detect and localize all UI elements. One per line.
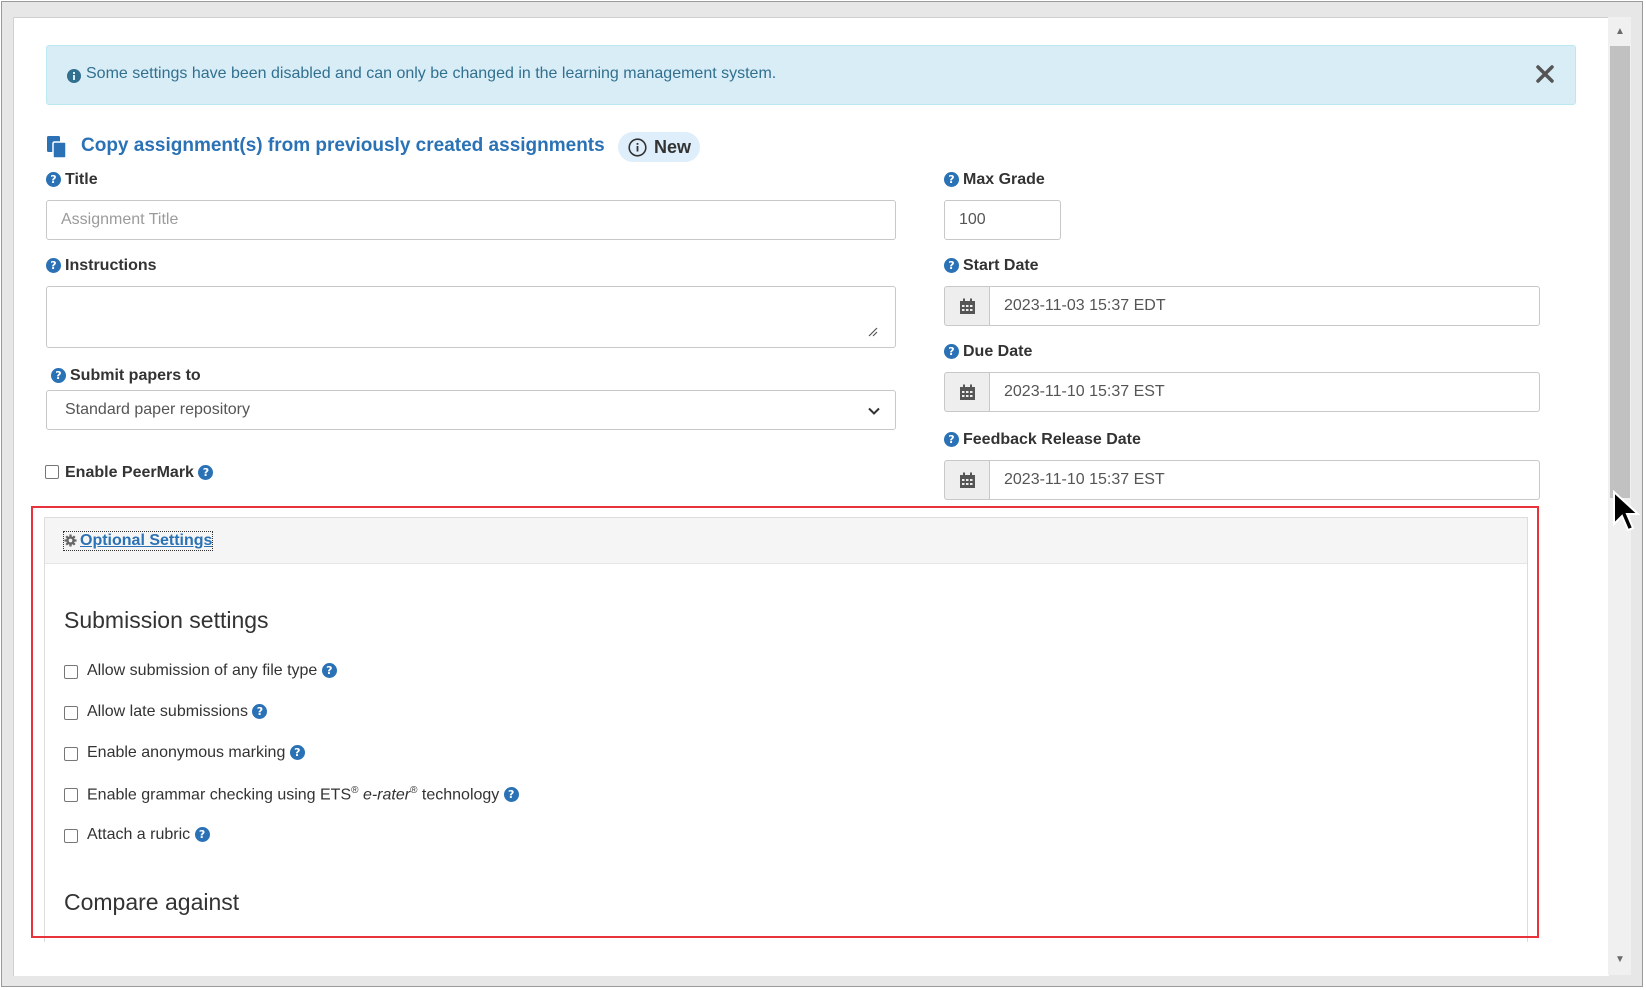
calendar-button[interactable] bbox=[944, 372, 989, 412]
submit-papers-select[interactable]: Standard paper repository bbox=[46, 390, 896, 430]
calendar-button[interactable] bbox=[944, 460, 989, 500]
due-date-label: ? Due Date bbox=[944, 343, 1032, 361]
calendar-icon bbox=[960, 384, 975, 400]
info-circle-icon bbox=[67, 69, 81, 83]
help-icon[interactable]: ? bbox=[51, 368, 66, 383]
start-date-field[interactable]: 2023-11-03 15:37 EDT bbox=[944, 286, 1540, 326]
help-icon[interactable]: ? bbox=[46, 172, 61, 187]
info-alert: Some settings have been disabled and can… bbox=[46, 45, 1576, 105]
due-date-field[interactable]: 2023-11-10 15:37 EST bbox=[944, 372, 1540, 412]
instructions-label: ? Instructions bbox=[46, 257, 157, 275]
calendar-button[interactable] bbox=[944, 286, 989, 326]
instructions-textarea[interactable] bbox=[46, 286, 896, 348]
title-input[interactable] bbox=[46, 200, 896, 240]
chevron-down-icon bbox=[868, 407, 880, 415]
feedback-date-input[interactable]: 2023-11-10 15:37 EST bbox=[989, 460, 1540, 500]
info-outline-icon bbox=[628, 138, 647, 157]
help-icon[interactable]: ? bbox=[944, 258, 959, 273]
help-icon[interactable]: ? bbox=[198, 465, 214, 480]
due-date-value: 2023-11-10 15:37 EST bbox=[1004, 383, 1165, 400]
scroll-up-arrow-icon[interactable]: ▲ bbox=[1610, 24, 1630, 40]
help-icon[interactable]: ? bbox=[944, 344, 959, 359]
calendar-icon bbox=[960, 298, 975, 314]
submit-papers-label: ? Submit papers to bbox=[51, 367, 201, 385]
copy-icon[interactable] bbox=[46, 135, 68, 159]
calendar-icon bbox=[960, 472, 975, 488]
max-grade-label: ? Max Grade bbox=[944, 171, 1045, 189]
new-badge-label: New bbox=[654, 137, 692, 157]
feedback-date-label: ? Feedback Release Date bbox=[944, 431, 1141, 449]
scrollbar-thumb[interactable] bbox=[1610, 46, 1630, 498]
start-date-value: 2023-11-03 15:37 EDT bbox=[1004, 297, 1166, 314]
due-date-input[interactable]: 2023-11-10 15:37 EST bbox=[989, 372, 1540, 412]
start-date-label: ? Start Date bbox=[944, 257, 1039, 275]
feedback-date-value: 2023-11-10 15:37 EST bbox=[1004, 471, 1165, 488]
resize-grip-icon[interactable] bbox=[866, 325, 878, 337]
highlight-box bbox=[31, 506, 1539, 938]
title-label: ? Title bbox=[46, 171, 98, 189]
submit-papers-value: Standard paper repository bbox=[65, 401, 250, 418]
peermark-label[interactable]: Enable PeerMark ? bbox=[65, 464, 214, 482]
peermark-checkbox[interactable] bbox=[45, 465, 59, 479]
copy-assignments-link[interactable]: Copy assignment(s) from previously creat… bbox=[81, 135, 605, 157]
scroll-down-arrow-icon[interactable]: ▼ bbox=[1610, 952, 1630, 968]
close-icon[interactable] bbox=[1533, 62, 1557, 86]
alert-message: Some settings have been disabled and can… bbox=[86, 65, 777, 82]
help-icon[interactable]: ? bbox=[944, 432, 959, 447]
help-icon[interactable]: ? bbox=[944, 172, 959, 187]
new-badge: New bbox=[618, 132, 700, 162]
feedback-date-field[interactable]: 2023-11-10 15:37 EST bbox=[944, 460, 1540, 500]
mouse-cursor-icon bbox=[1613, 490, 1641, 532]
help-icon[interactable]: ? bbox=[46, 258, 61, 273]
max-grade-input[interactable] bbox=[944, 200, 1061, 240]
start-date-input[interactable]: 2023-11-03 15:37 EDT bbox=[989, 286, 1540, 326]
